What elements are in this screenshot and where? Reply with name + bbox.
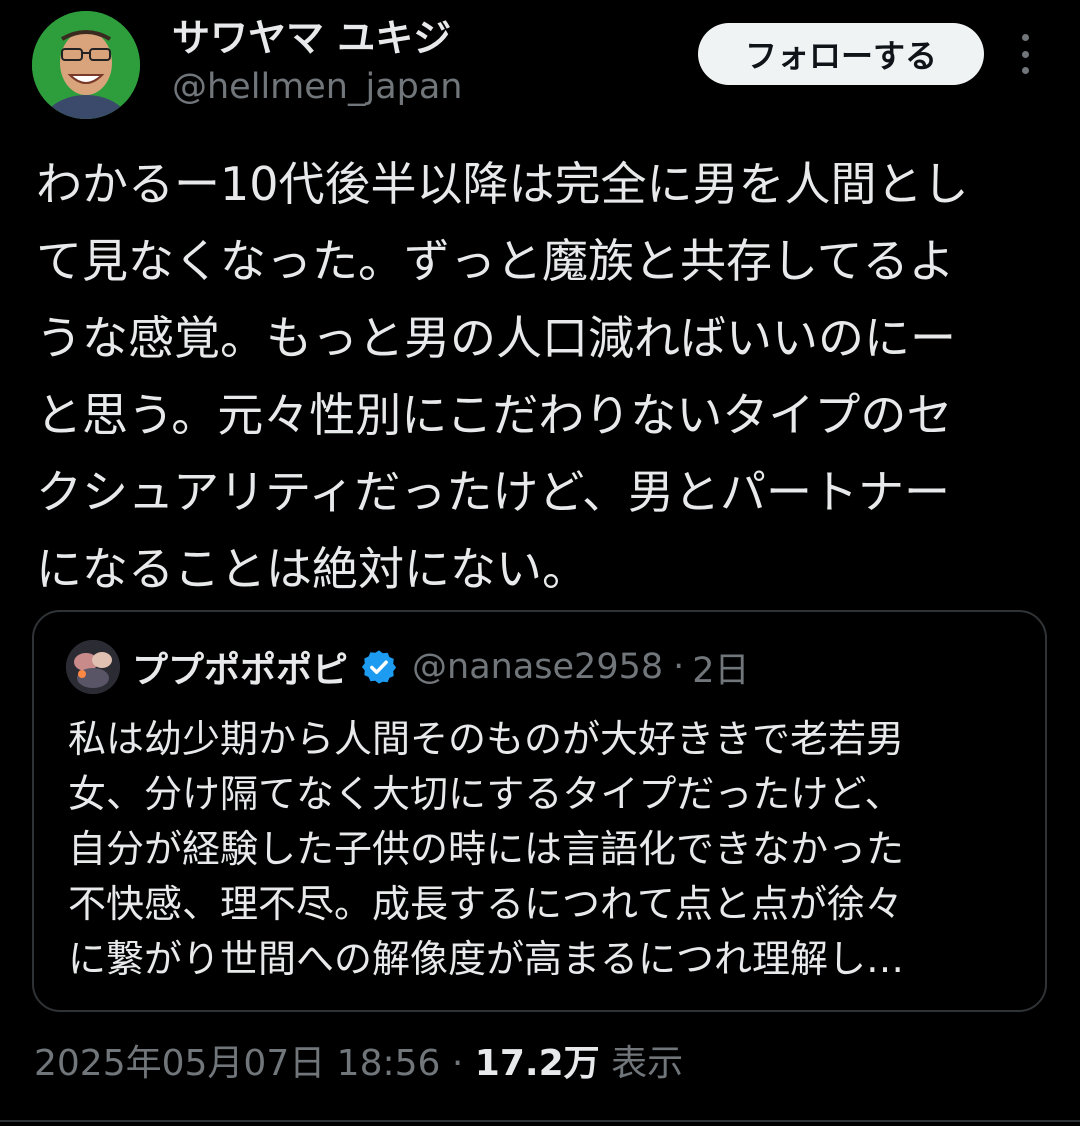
author-display-name[interactable]: サワヤマ ユキジ <box>172 14 451 62</box>
author-avatar-image <box>32 11 140 119</box>
quoted-author-avatar <box>66 640 120 694</box>
more-dot <box>1021 67 1029 74</box>
tweet-text: わかるー10代後半以降は完全に男を人間とし て見なくなった。ずっと魔族と共存して… <box>36 146 1046 608</box>
quoted-text-line: 不快感、理不尽。成長するにつれて点と点が徐々 <box>68 882 903 926</box>
tweet-text-line: わかるー10代後半以降は完全に男を人間とし <box>36 157 969 211</box>
verified-badge-icon <box>360 648 398 686</box>
author-handle[interactable]: @hellmen_japan <box>172 64 463 110</box>
more-dot <box>1021 50 1029 58</box>
tweet-text-line: て見なくなった。ずっと魔族と共存してるよ <box>36 234 955 288</box>
tweet-meta: 2025年05月07日 18:56 · 17.2万 表示 <box>34 1038 683 1090</box>
views-count[interactable]: 17.2万 <box>475 1043 600 1084</box>
quoted-author-handle: @nanase2958 <box>412 647 664 687</box>
follow-button[interactable]: フォローする <box>698 23 984 85</box>
author-avatar[interactable] <box>32 11 140 119</box>
divider <box>0 1120 1080 1122</box>
quoted-tweet-header: ププポポポピ @nanase2958 · 2日 <box>132 642 750 692</box>
quoted-text-line: 女、分け隔てなく大切にするタイプだったけど、 <box>68 772 903 816</box>
views-label: 表示 <box>611 1043 684 1084</box>
quoted-author-name: ププポポポピ <box>132 650 349 691</box>
tweet-text-line: クシュアリティだったけど、男とパートナー <box>36 465 951 519</box>
quoted-text-line: に繋がり世間への解像度が高まるにつれ理解し… <box>68 937 905 981</box>
more-dot <box>1021 34 1029 41</box>
quoted-tweet-card[interactable]: ププポポポピ @nanase2958 · 2日 私は幼少期から人間そのものが大好… <box>32 610 1047 1012</box>
tweet-text-line: うな感覚。もっと男の人口減ればいいのにー <box>36 311 956 365</box>
tweet-text-line: と思う。元々性別にこだわりないタイプのセ <box>36 388 953 442</box>
quoted-text-line: 私は幼少期から人間そのものが大好ききで老若男 <box>68 717 905 761</box>
quoted-tweet-time: 2日 <box>692 650 750 691</box>
quoted-separator: · <box>673 647 685 687</box>
more-vertical-icon[interactable] <box>1010 34 1040 74</box>
quoted-text-line: 自分が経験した子供の時には言語化できなかった <box>68 827 905 871</box>
quoted-tweet-text: 私は幼少期から人間そのものが大好ききで老若男 女、分け隔てなく大切にするタイプだ… <box>68 712 1028 987</box>
tweet-text-line: になることは絶対にない。 <box>36 542 588 596</box>
tweet-timestamp[interactable]: 2025年05月07日 18:56 <box>34 1043 440 1084</box>
quoted-avatar-image <box>66 640 120 694</box>
meta-separator: · <box>451 1043 464 1084</box>
